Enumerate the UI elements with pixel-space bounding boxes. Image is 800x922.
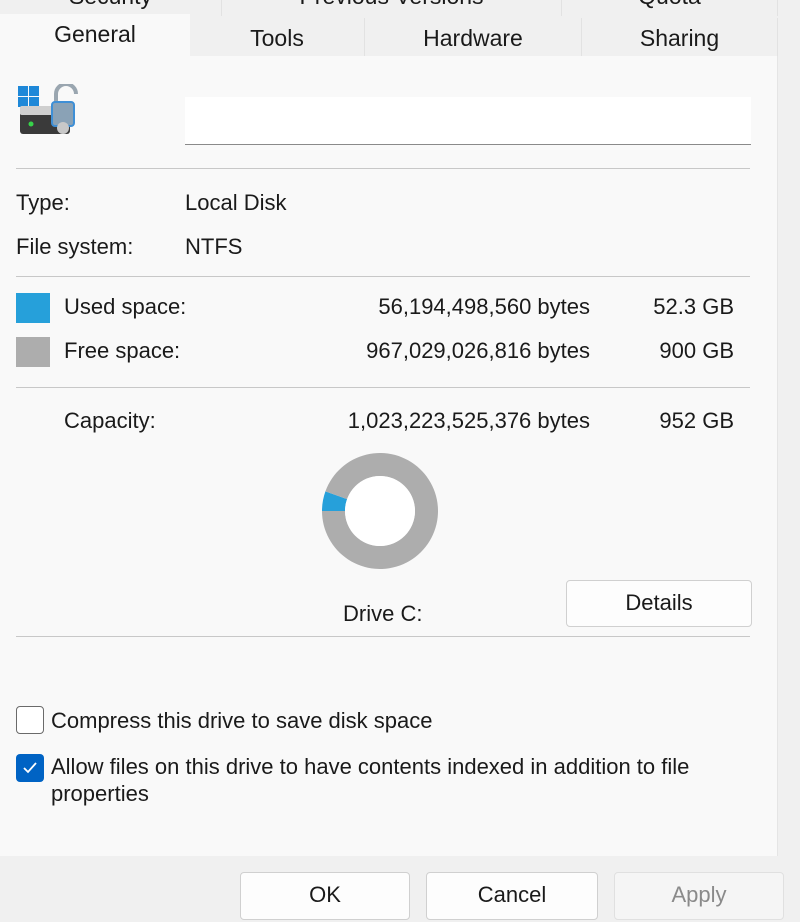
tab-previous-versions[interactable]: Previous Versions bbox=[222, 0, 562, 16]
index-label: Allow files on this drive to have conten… bbox=[51, 754, 690, 806]
free-space-bytes: 967,029,026,816 bytes bbox=[366, 338, 590, 363]
capacity-bytes: 1,023,223,525,376 bytes bbox=[347, 408, 590, 433]
file-system-value: NTFS bbox=[185, 234, 243, 259]
cancel-button[interactable]: Cancel bbox=[426, 872, 598, 920]
tab-hardware[interactable]: Hardware bbox=[365, 18, 582, 58]
tab-general[interactable]: General bbox=[0, 14, 190, 60]
used-space-swatch bbox=[16, 293, 50, 323]
type-value: Local Disk bbox=[185, 190, 287, 215]
capacity-size: 952 GB bbox=[659, 408, 734, 433]
index-checkbox[interactable] bbox=[16, 754, 44, 782]
apply-button[interactable]: Apply bbox=[614, 872, 784, 920]
drive-label: Drive C: bbox=[343, 601, 423, 626]
details-button[interactable]: Details bbox=[566, 580, 752, 627]
ok-button[interactable]: OK bbox=[240, 872, 410, 920]
disk-usage-donut bbox=[322, 453, 438, 569]
file-system-label: File system: bbox=[16, 234, 134, 259]
divider bbox=[16, 276, 750, 277]
compress-checkbox[interactable] bbox=[16, 706, 44, 734]
type-label: Type: bbox=[16, 190, 70, 215]
used-space-label: Used space: bbox=[64, 294, 187, 319]
tab-quota[interactable]: Quota bbox=[562, 0, 778, 16]
compress-label: Compress this drive to save disk space bbox=[51, 708, 433, 733]
free-space-swatch bbox=[16, 337, 50, 367]
free-space-size: 900 GB bbox=[659, 338, 734, 363]
divider bbox=[16, 387, 750, 388]
divider bbox=[16, 636, 750, 637]
used-space-bytes: 56,194,498,560 bytes bbox=[378, 294, 590, 319]
divider bbox=[16, 168, 750, 169]
tab-sharing[interactable]: Sharing bbox=[582, 18, 778, 58]
drive-lock-icon bbox=[18, 84, 78, 134]
checkmark-icon bbox=[23, 762, 37, 774]
capacity-label: Capacity: bbox=[64, 408, 156, 433]
drive-name-input[interactable] bbox=[185, 97, 751, 145]
tab-tools[interactable]: Tools bbox=[190, 18, 365, 58]
used-space-size: 52.3 GB bbox=[653, 294, 734, 319]
donut-hole bbox=[345, 476, 415, 546]
free-space-label: Free space: bbox=[64, 338, 181, 363]
